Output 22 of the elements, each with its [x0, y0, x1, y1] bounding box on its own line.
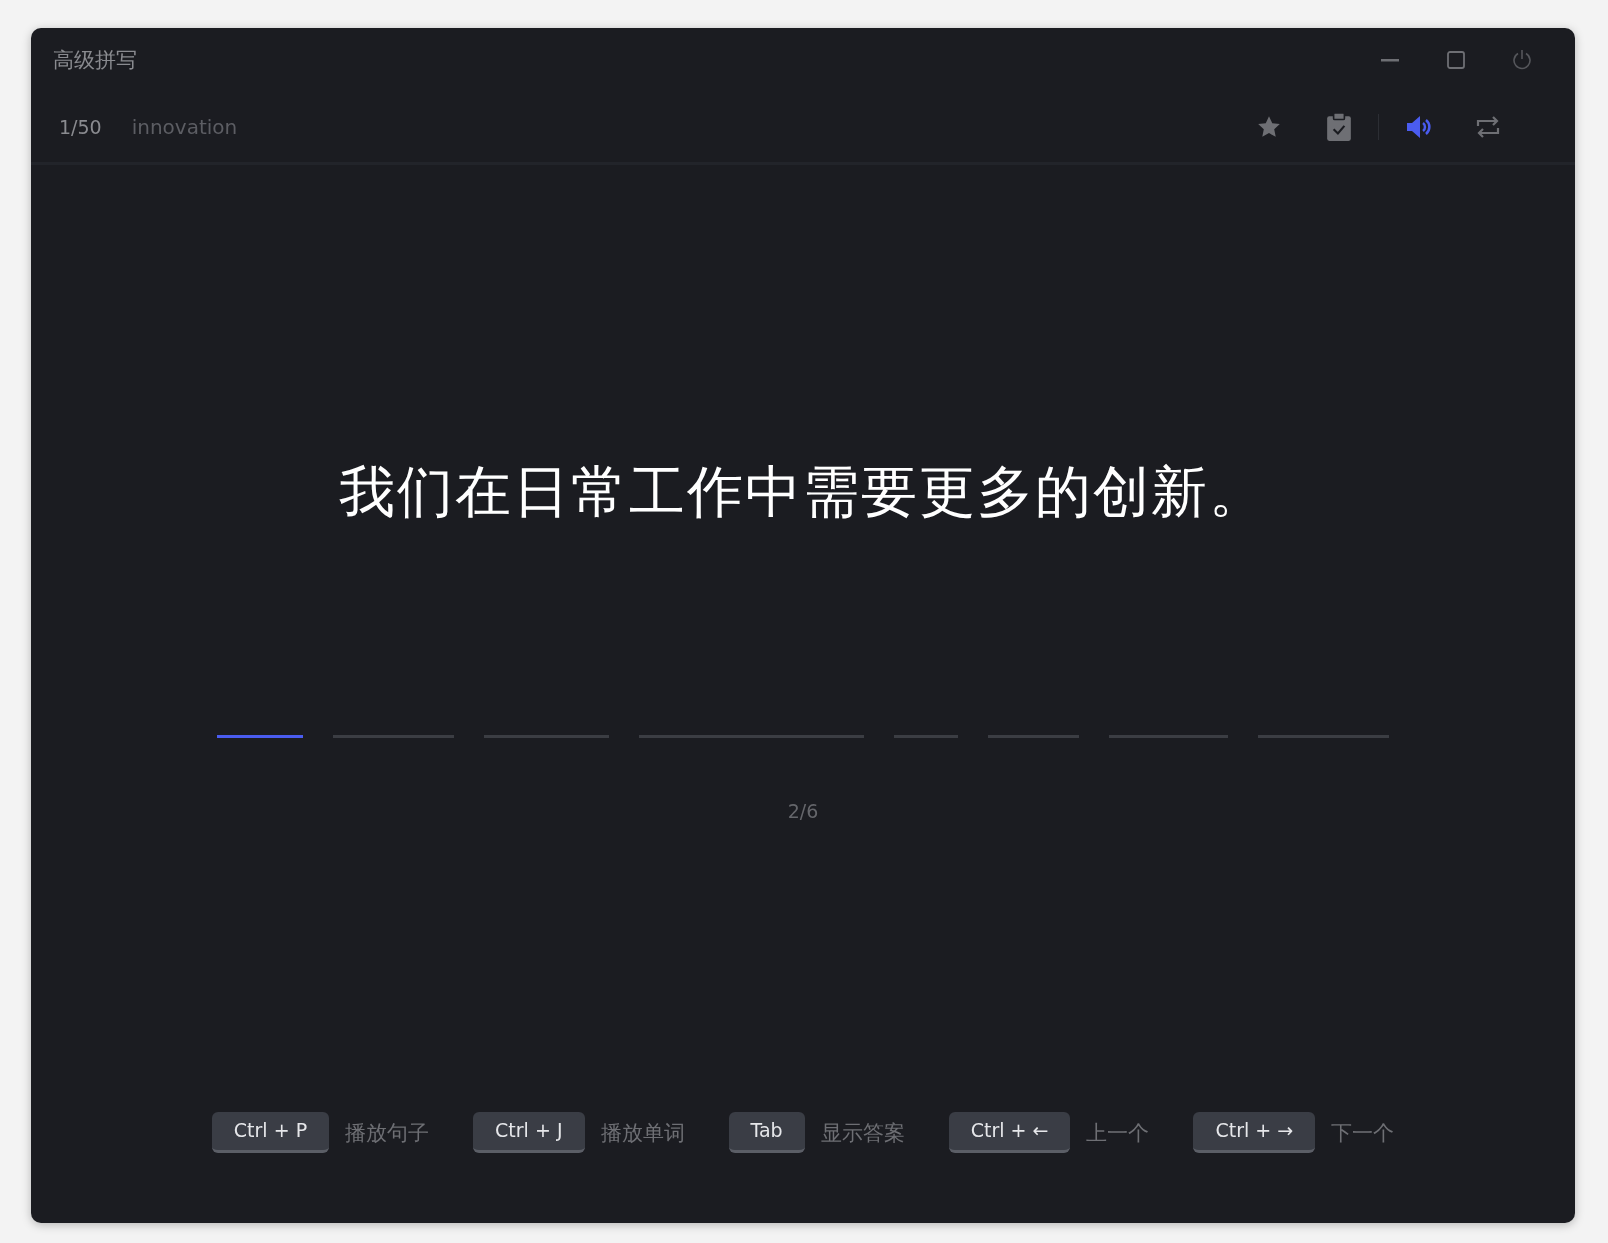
- repeat-icon: [1475, 115, 1501, 139]
- shortcut-label: 下一个: [1331, 1119, 1395, 1147]
- clipboard-check-icon: [1327, 113, 1351, 141]
- shortcut-label: 播放单词: [600, 1119, 685, 1147]
- progress-count: 1/50: [59, 116, 102, 138]
- shortcut-label: 上一个: [1086, 1119, 1150, 1147]
- blank-counter: 2/6: [787, 800, 819, 822]
- minimize-icon: [1381, 58, 1399, 62]
- window-title: 高级拼写: [53, 47, 138, 74]
- maximize-icon: [1447, 51, 1465, 69]
- shortcut-key: Ctrl + →: [1193, 1112, 1316, 1153]
- power-icon: [1511, 49, 1533, 71]
- chinese-sentence: 我们在日常工作中需要更多的创新。: [339, 458, 1267, 526]
- shortcut-key: Ctrl + J: [473, 1112, 585, 1153]
- current-word: innovation: [131, 115, 239, 139]
- shortcut-key: Ctrl + ←: [948, 1112, 1071, 1153]
- speaker-icon: [1405, 114, 1431, 140]
- shortcut-label: 显示答案: [820, 1119, 905, 1147]
- shortcut-label: 播放句子: [345, 1119, 430, 1147]
- shortcut-key: Ctrl + P: [211, 1112, 330, 1153]
- shortcut-key: Tab: [728, 1112, 805, 1153]
- star-icon: [1256, 114, 1282, 140]
